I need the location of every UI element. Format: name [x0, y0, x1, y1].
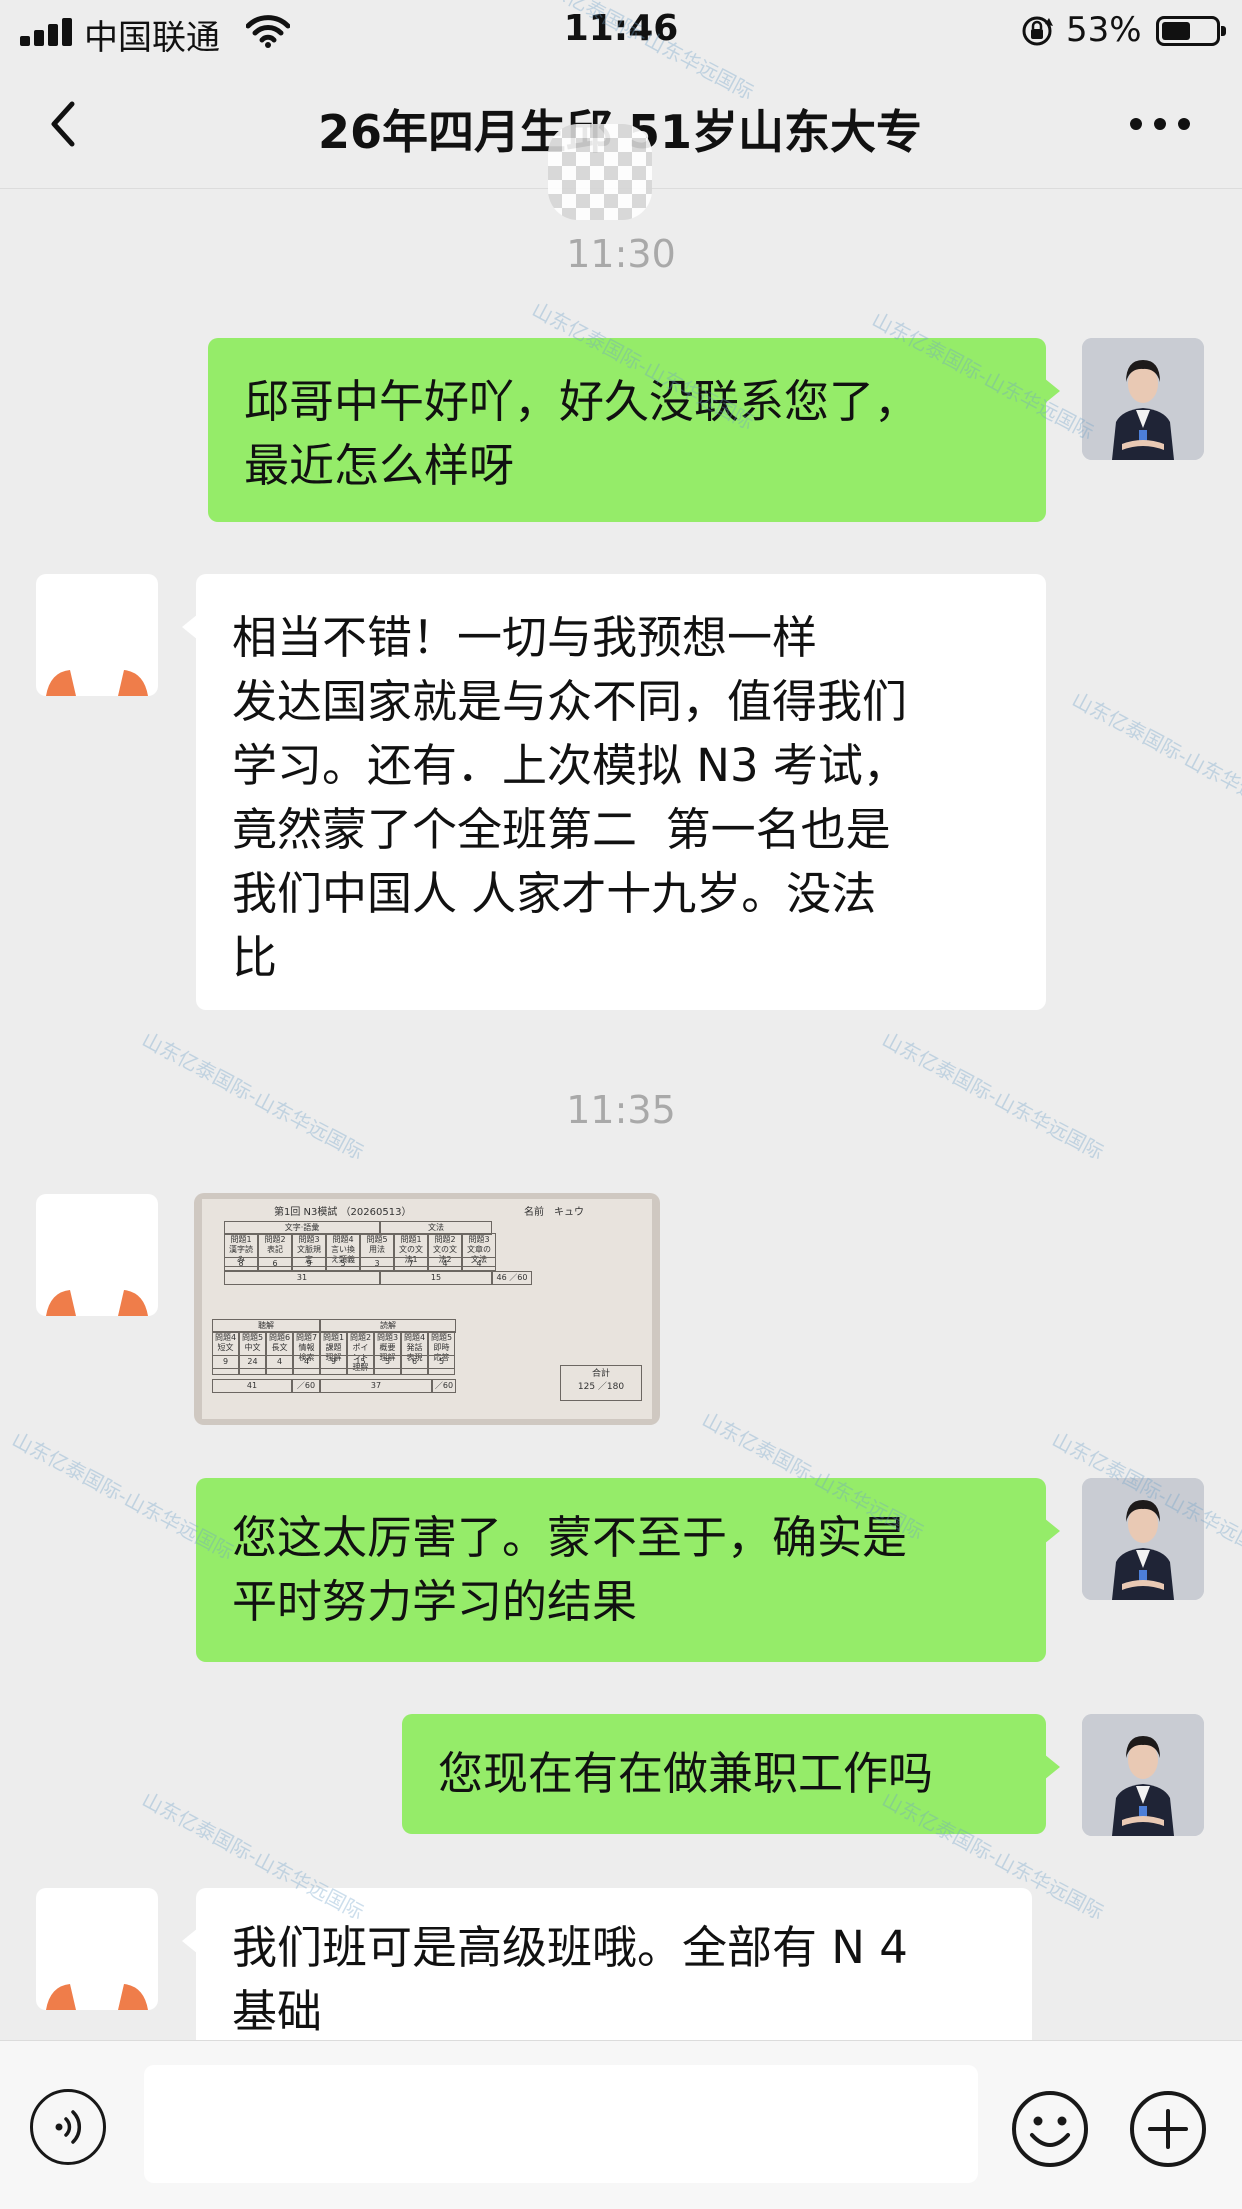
sheet-cell: 9 — [212, 1355, 239, 1369]
sheet-cell: 5 — [374, 1355, 401, 1369]
redaction-mosaic — [548, 124, 652, 220]
message-text: 您现在有在做兼职工作吗 — [438, 1747, 934, 1800]
sheet-cell: 8 — [224, 1257, 258, 1271]
voice-icon[interactable] — [30, 2089, 106, 2165]
sheet-total: 合計 125 ／180 — [560, 1365, 642, 1401]
sheet-cell: 24 — [239, 1355, 266, 1369]
sheet-cell: 4 — [266, 1355, 293, 1369]
sheet-section2-scores: 9 24 4 4 9 15 5 6 5 — [212, 1355, 455, 1369]
sheet-cell: 9 — [320, 1355, 347, 1369]
message-bubble-self[interactable]: 您现在有在做兼职工作吗 — [402, 1714, 1060, 1834]
sheet-cell: 5 — [428, 1355, 455, 1369]
message-timestamp: 11:30 — [566, 232, 676, 276]
avatar-mosaic-icon — [46, 1984, 148, 2010]
score-sheet-photo: 第1回 N3模試 （20260513） 名前 キュウ 文字·語彙 文法 問題1 … — [202, 1199, 652, 1419]
image-message[interactable]: 第1回 N3模試 （20260513） 名前 キュウ 文字·語彙 文法 問題1 … — [194, 1193, 660, 1425]
sheet-cell: 5 — [326, 1257, 360, 1271]
message-text: 您这太厉害了。蒙不至于，确实是 平时努力学习的结果 — [232, 1511, 908, 1628]
avatar-other[interactable] — [36, 1194, 158, 1316]
avatar-self[interactable] — [1082, 1714, 1204, 1836]
message-text: 邱哥中午好吖，好久没联系您了， 最近怎么样呀 — [244, 375, 920, 492]
person-icon — [1082, 1478, 1204, 1600]
sheet-cell: 4 — [428, 1257, 462, 1271]
battery-icon — [1156, 16, 1226, 46]
more-dots-icon[interactable] — [1120, 94, 1200, 154]
avatar-other[interactable] — [36, 1888, 158, 2010]
message-bubble-other[interactable]: 相当不错！一切与我预想一样 发达国家就是与众不同，值得我们 学习。还有．上次模拟… — [182, 574, 1046, 1010]
message-bubble-other[interactable]: 我们班可是高级班哦。全部有 N 4 基础 — [182, 1888, 1032, 2058]
avatar-other[interactable] — [36, 574, 158, 696]
rotation-lock-icon — [1022, 16, 1053, 46]
message-bubble-self[interactable]: 您这太厉害了。蒙不至于，确实是 平时努力学习的结果 — [196, 1478, 1060, 1662]
input-bar — [0, 2040, 1242, 2209]
clock: 11:46 — [563, 8, 679, 49]
avatar-mosaic-icon — [46, 670, 148, 696]
sheet-cell: 4 — [462, 1257, 496, 1271]
emoji-icon[interactable] — [1010, 2089, 1090, 2169]
plus-icon[interactable] — [1128, 2089, 1208, 2169]
sheet-cell: 4 — [293, 1355, 320, 1369]
sheet-cell: 9 — [292, 1257, 326, 1271]
avatar-mosaic-icon — [46, 1290, 148, 1316]
message-bubble-self[interactable]: 邱哥中午好吖，好久没联系您了， 最近怎么样呀 — [208, 338, 1060, 522]
sheet-section2-subtotals: 41 ／60 37 ／60 — [212, 1379, 456, 1393]
sheet-cell: 15 — [347, 1355, 374, 1369]
message-input[interactable] — [144, 2065, 978, 2183]
sheet-cell: 6 — [401, 1355, 428, 1369]
avatar-self[interactable] — [1082, 1478, 1204, 1600]
sheet-section1-subtotals: 31 15 46 ／60 — [224, 1271, 532, 1285]
battery-percent: 53% — [1066, 10, 1142, 50]
sheet-section1-scores: 86953744 — [224, 1257, 496, 1271]
sheet-name: 名前 キュウ — [524, 1207, 584, 1218]
avatar-self[interactable] — [1082, 338, 1204, 460]
message-text: 相当不错！一切与我预想一样 发达国家就是与众不同，值得我们 学习。还有．上次模拟… — [232, 611, 908, 984]
message-text: 我们班可是高级班哦。全部有 N 4 基础 — [232, 1921, 908, 2038]
chevron-left-icon[interactable] — [38, 94, 98, 154]
sheet-cell: 7 — [394, 1257, 428, 1271]
sheet-heading: 第1回 N3模試 （20260513） — [274, 1207, 412, 1218]
person-icon — [1082, 1714, 1204, 1836]
status-bar: 中国联通 11:46 53% — [0, 0, 1242, 64]
sheet-cell: 6 — [258, 1257, 292, 1271]
message-timestamp: 11:35 — [566, 1088, 676, 1132]
person-icon — [1082, 338, 1204, 460]
sheet-cell: 3 — [360, 1257, 394, 1271]
chat-header: 26年四月生邱 51岁山东大专 — [0, 64, 1242, 220]
